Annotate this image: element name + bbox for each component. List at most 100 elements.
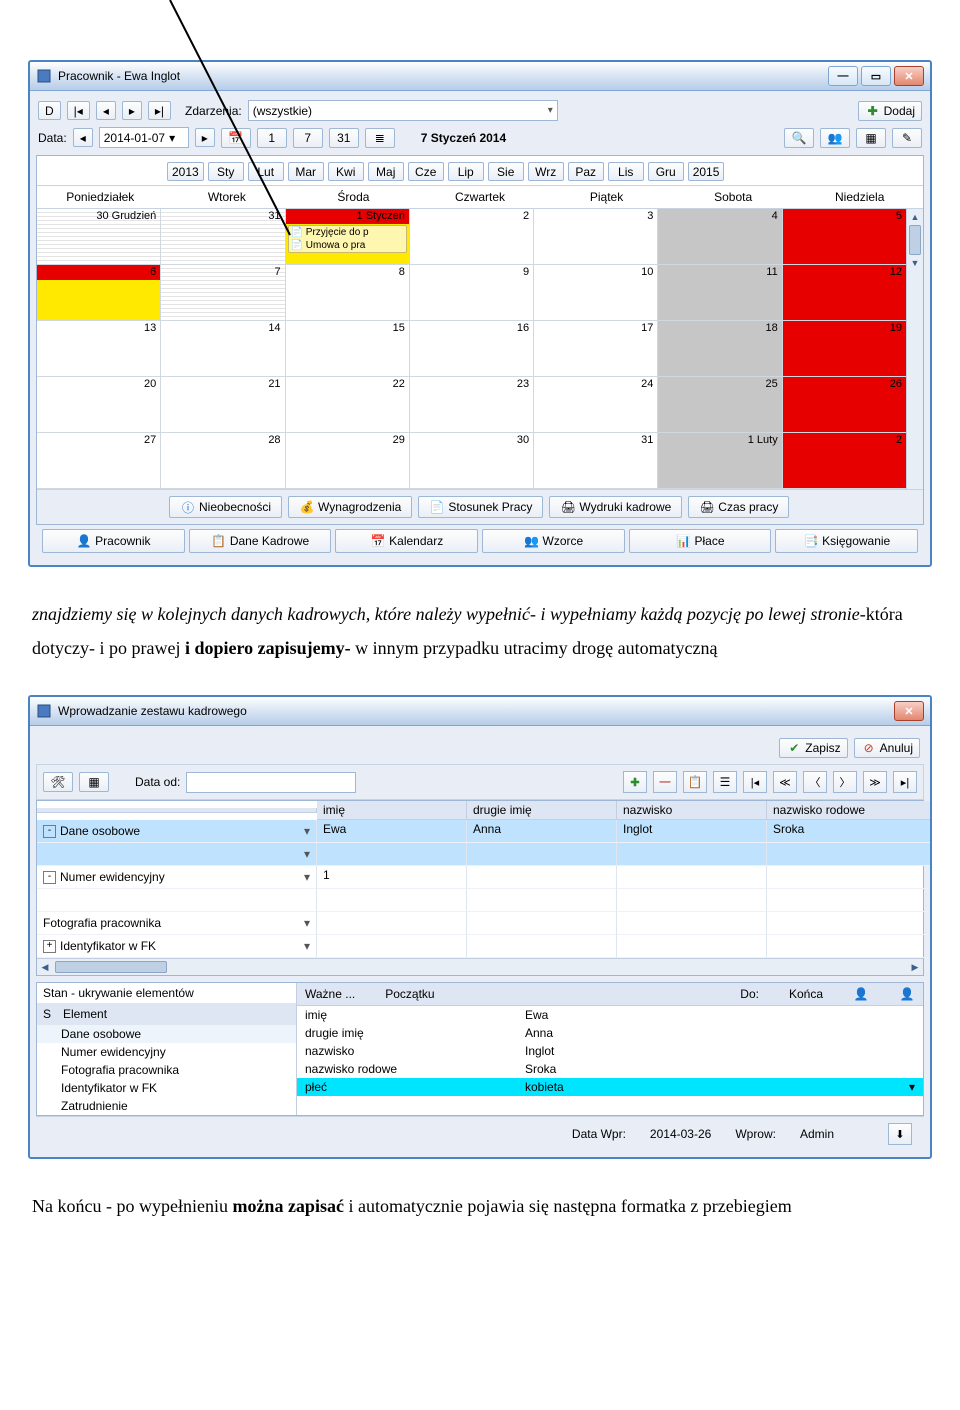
tab-pracownik[interactable]: 👤Pracownik [42, 529, 185, 553]
scroll-down-icon[interactable]: ▼ [907, 255, 923, 271]
scroll-up-icon[interactable]: ▲ [907, 209, 923, 225]
calendar-cell[interactable]: 26 [783, 377, 907, 433]
view-1-button[interactable]: 1 [257, 128, 287, 148]
calendar-cell[interactable]: 30 [410, 433, 534, 489]
calendar-cell[interactable]: 21 [161, 377, 285, 433]
nav-last-2[interactable]: ▸| [893, 771, 917, 793]
month-paz[interactable]: Paz [568, 162, 604, 181]
add-button[interactable]: ✚ Dodaj [858, 101, 922, 121]
tree-toggle[interactable]: - [43, 825, 56, 838]
tree-toggle[interactable]: - [43, 871, 56, 884]
calendar-cell[interactable]: 1 Styczeń📄 Przyjęcie do p📄 Umowa o pra [286, 209, 410, 265]
view-list-button[interactable]: ≣ [365, 128, 395, 148]
hr-prints-button[interactable]: 🖨Wydruki kadrowe [549, 496, 682, 518]
element-item[interactable]: Identyfikator w FK [37, 1079, 296, 1097]
tool-1-button[interactable]: 👥 [820, 128, 850, 148]
grid-row[interactable]: ▾ [37, 843, 923, 866]
calendar-cell[interactable]: 7 [161, 265, 285, 321]
grid-row[interactable]: +Identyfikator w FK ▾ [37, 935, 923, 958]
close-button-2[interactable]: ✕ [894, 701, 924, 721]
nav-prev-button[interactable]: ◂ [96, 101, 116, 120]
calendar-cell[interactable]: 1 Luty [658, 433, 782, 489]
view-31-button[interactable]: 31 [329, 128, 359, 148]
month-lip[interactable]: Lip [448, 162, 484, 181]
calendar-cell[interactable]: 8 [286, 265, 410, 321]
scroll-right-icon[interactable]: ▶ [907, 962, 923, 973]
d-button[interactable]: D [38, 101, 61, 120]
salary-button[interactable]: 💰Wynagrodzenia [288, 496, 412, 518]
calendar-cell[interactable]: 22 [286, 377, 410, 433]
calendar-cell[interactable]: 30 Grudzień [37, 209, 161, 265]
detail-row[interactable]: płećkobieta▾ [297, 1078, 923, 1096]
calendar-cell[interactable]: 3 [534, 209, 658, 265]
month-cze[interactable]: Cze [408, 162, 444, 181]
month-kwi[interactable]: Kwi [328, 162, 364, 181]
calendar-cell[interactable]: 27 [37, 433, 161, 489]
nav-first-button[interactable]: |◂ [67, 101, 90, 120]
remove-row-button[interactable]: — [653, 771, 677, 793]
calendar-cell[interactable]: 2 [410, 209, 534, 265]
cancel-button[interactable]: ⊘Anuluj [854, 738, 920, 758]
grid-row[interactable]: -Dane osobowe ▾EwaAnnaInglotSrokako [37, 820, 923, 843]
search-button[interactable]: 🔍 [784, 128, 814, 148]
calendar-scrollbar[interactable]: ▲ ▼ [906, 209, 923, 489]
calendar-cell[interactable]: 23 [410, 377, 534, 433]
calendar-cell[interactable]: 13 [37, 321, 161, 377]
month-gru[interactable]: Gru [648, 162, 684, 181]
nav-prev-2[interactable]: 〈 [803, 771, 827, 793]
add-row-button[interactable]: ✚ [623, 771, 647, 793]
date-prev-button[interactable]: ◂ [73, 128, 93, 147]
edit-button[interactable]: ✎ [892, 128, 922, 148]
month-wrz[interactable]: Wrz [528, 162, 564, 181]
tab-dane-kadrowe[interactable]: 📋Dane Kadrowe [189, 529, 332, 553]
grid-row[interactable]: Fotografia pracownika ▾ [37, 912, 923, 935]
date-input[interactable]: 2014-01-07 ▾ [99, 127, 189, 148]
calendar-cell[interactable]: 18 [658, 321, 782, 377]
month-mar[interactable]: Mar [288, 162, 324, 181]
calendar-cell[interactable]: 6 [37, 265, 161, 321]
month-maj[interactable]: Maj [368, 162, 404, 181]
employment-button[interactable]: 📄Stosunek Pracy [418, 496, 543, 518]
person-icon[interactable]: 👤 [853, 986, 869, 1002]
detail-row[interactable]: nazwiskoInglot [297, 1042, 923, 1060]
month-lut[interactable]: Lut [248, 162, 284, 181]
calendar-cell[interactable]: 11 [658, 265, 782, 321]
calendar-grid[interactable]: 30 Grudzień311 Styczeń📄 Przyjęcie do p📄 … [37, 209, 907, 489]
month-lis[interactable]: Lis [608, 162, 644, 181]
tab-ksiegowanie[interactable]: 📑Księgowanie [775, 529, 918, 553]
calendar-cell[interactable]: 15 [286, 321, 410, 377]
hscroll-thumb[interactable] [55, 961, 167, 973]
element-item[interactable]: Zatrudnienie [37, 1097, 296, 1115]
grid-mode-button[interactable]: ▦ [79, 772, 109, 792]
detail-button[interactable]: ☰ [713, 771, 737, 793]
detail-row[interactable]: drugie imięAnna [297, 1024, 923, 1042]
grid-hscroll[interactable]: ◀ ▶ [37, 958, 923, 975]
calendar-cell[interactable]: 9 [410, 265, 534, 321]
maximize-button[interactable]: ▭ [861, 66, 891, 86]
detail-row[interactable]: imięEwa [297, 1006, 923, 1024]
month-sie[interactable]: Sie [488, 162, 524, 181]
grid-row[interactable]: -Numer ewidencyjny ▾1 [37, 866, 923, 889]
date-from-input[interactable] [186, 772, 356, 793]
tab-wzorce[interactable]: 👥Wzorce [482, 529, 625, 553]
nav-fastprev-2[interactable]: ≪ [773, 771, 797, 793]
month-sty[interactable]: Sty [208, 162, 244, 181]
scroll-left-icon[interactable]: ◀ [37, 962, 53, 973]
view-7-button[interactable]: 7 [293, 128, 323, 148]
minimize-button[interactable]: — [828, 66, 858, 86]
calendar-cell[interactable]: 29 [286, 433, 410, 489]
tools-button[interactable]: 🛠 [43, 772, 73, 792]
calendar-cell[interactable]: 25 [658, 377, 782, 433]
tool-2-button[interactable]: ▦ [856, 128, 886, 148]
footer-down-button[interactable]: ⬇ [888, 1123, 912, 1145]
detail-row[interactable]: nazwisko rodoweSroka [297, 1060, 923, 1078]
calendar-cell[interactable]: 2 [783, 433, 907, 489]
calendar-cell[interactable]: 16 [410, 321, 534, 377]
calendar-cell[interactable]: 14 [161, 321, 285, 377]
close-button[interactable]: ✕ [894, 66, 924, 86]
copy-button[interactable]: 📋 [683, 771, 707, 793]
calendar-cell[interactable]: 4 [658, 209, 782, 265]
calendar-cell[interactable]: 12 [783, 265, 907, 321]
nav-first-2[interactable]: |◂ [743, 771, 767, 793]
tab-kalendarz[interactable]: 📅Kalendarz [335, 529, 478, 553]
